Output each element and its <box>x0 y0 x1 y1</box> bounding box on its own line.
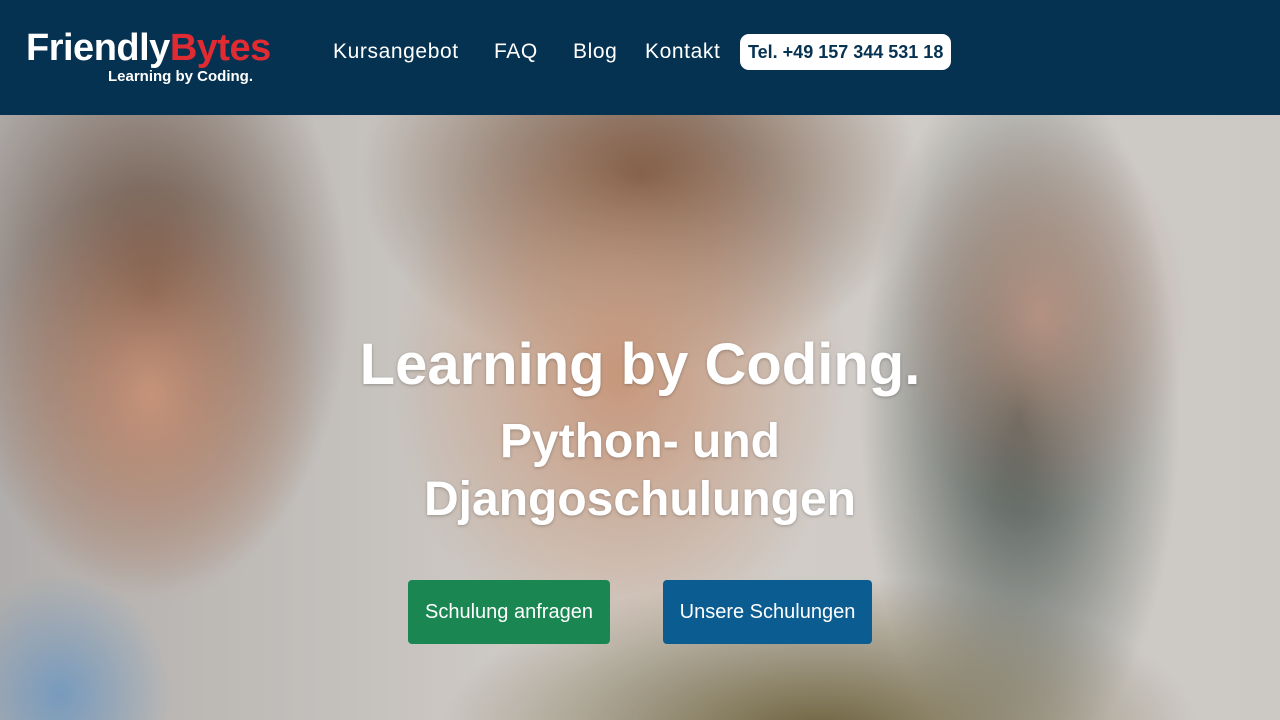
request-training-button[interactable]: Schulung anfragen <box>408 580 610 644</box>
hero-subtitle: Python- und Djangoschulungen <box>424 415 856 526</box>
hero-section: Learning by Coding. Python- und Djangosc… <box>0 115 1280 720</box>
nav-link-kursangebot[interactable]: Kursangebot <box>333 34 459 70</box>
nav-link-blog[interactable]: Blog <box>573 34 617 70</box>
our-trainings-button[interactable]: Unsere Schulungen <box>663 580 872 644</box>
logo-name-part2: Bytes <box>169 27 272 69</box>
logo-tagline: Learning by Coding. <box>108 68 253 85</box>
hero-title: Learning by Coding. <box>359 332 921 397</box>
logo-name-part1: Friendly <box>26 27 170 69</box>
phone-button[interactable]: Tel. +49 157 344 531 18 <box>740 34 952 70</box>
logo-wordmark: FriendlyBytes <box>26 26 271 70</box>
brand-logo[interactable]: FriendlyBytes Learning by Coding. <box>26 26 271 90</box>
site-header: FriendlyBytes Learning by Coding. Kursan… <box>0 0 1280 115</box>
nav-link-faq[interactable]: FAQ <box>494 34 538 70</box>
nav-link-kontakt[interactable]: Kontakt <box>645 34 720 70</box>
